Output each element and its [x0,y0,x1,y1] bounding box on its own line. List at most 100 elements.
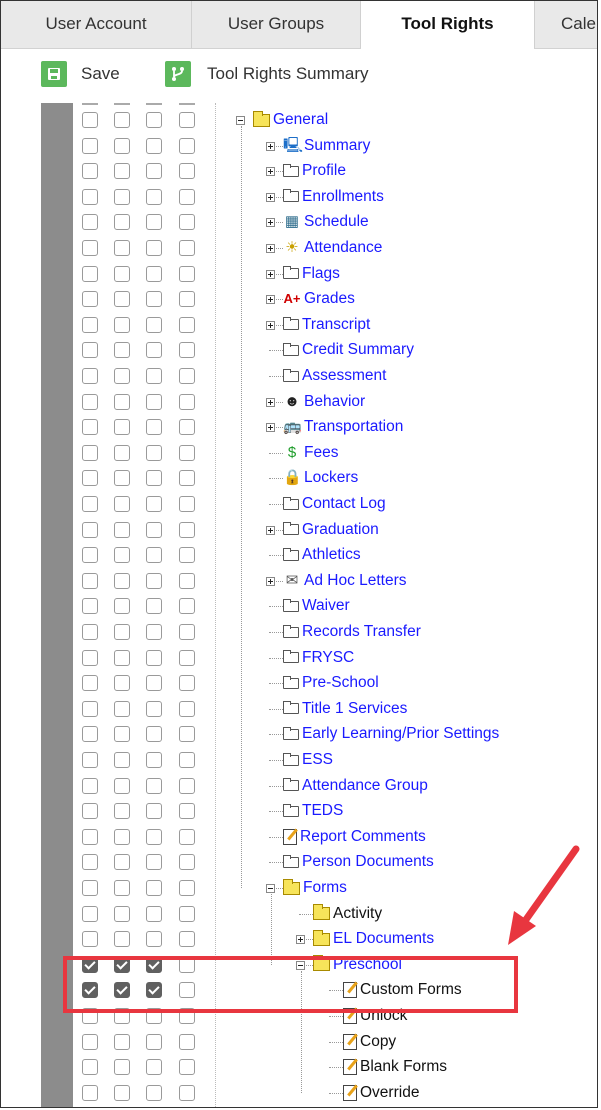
permission-checkbox[interactable] [179,547,195,564]
permission-checkbox[interactable] [114,880,130,896]
permission-checkbox[interactable] [179,214,195,231]
permission-checkbox[interactable] [114,956,130,973]
permission-checkbox[interactable] [146,675,162,692]
tree-item[interactable]: TEDS [283,800,343,822]
permission-checkbox[interactable] [146,240,162,256]
permission-checkbox[interactable] [82,547,98,564]
permission-checkbox[interactable] [146,316,162,333]
expand-icon[interactable] [266,269,275,279]
expand-icon[interactable] [266,167,275,177]
permission-checkbox[interactable] [114,240,130,256]
permission-checkbox[interactable] [82,777,98,794]
permission-checkbox[interactable] [82,1084,98,1101]
tree-item[interactable]: Title 1 Services [283,698,407,720]
permission-checkbox[interactable] [179,521,195,538]
permission-checkbox[interactable] [82,726,98,743]
permission-checkbox[interactable] [146,598,162,615]
permission-checkbox[interactable] [114,393,130,410]
permission-checkbox[interactable] [146,112,162,128]
permission-checkbox[interactable] [179,931,195,948]
tool-rights-summary-button[interactable]: Tool Rights Summary [165,61,369,87]
permission-checkbox[interactable] [146,982,162,999]
permission-checkbox[interactable] [82,470,98,487]
permission-checkbox[interactable] [146,572,162,589]
permission-checkbox[interactable] [179,240,195,256]
permission-checkbox[interactable] [114,675,130,692]
tab-tool-rights[interactable]: Tool Rights [361,1,534,49]
tab-user-account[interactable]: User Account [1,1,191,48]
permission-checkbox[interactable] [82,444,98,461]
permission-checkbox[interactable] [146,470,162,487]
permission-checkbox[interactable] [179,496,195,512]
permission-checkbox[interactable] [82,291,98,308]
save-button[interactable]: Save [41,61,120,87]
tree-item[interactable]: Flags [283,263,340,285]
tree-item[interactable]: Copy [343,1031,396,1053]
expand-icon[interactable] [266,576,275,586]
permission-checkbox[interactable] [179,675,195,692]
permission-checkbox[interactable] [179,163,195,180]
collapse-icon[interactable] [266,884,275,893]
permission-checkbox[interactable] [82,163,98,180]
permission-checkbox[interactable] [82,1059,98,1076]
permission-checkbox[interactable] [179,188,195,205]
collapse-icon[interactable] [296,960,305,970]
permission-checkbox[interactable] [146,137,162,154]
tree-item[interactable]: $ Fees [283,442,339,464]
permission-checkbox[interactable] [146,291,162,308]
permission-checkbox[interactable] [114,419,130,436]
permission-checkbox[interactable] [114,649,130,666]
expand-icon[interactable] [296,935,305,945]
permission-checkbox[interactable] [114,316,130,333]
permission-checkbox[interactable] [146,752,162,768]
tree-item[interactable]: ▦ Schedule [283,211,369,233]
tree-item[interactable]: Assessment [283,365,386,387]
permission-checkbox[interactable] [82,854,98,871]
permission-checkbox[interactable] [82,880,98,896]
permission-checkbox[interactable] [114,931,130,948]
permission-checkbox[interactable] [114,905,130,922]
permission-checkbox[interactable] [114,137,130,154]
permission-checkbox[interactable] [114,163,130,180]
tree-item[interactable]: Attendance Group [283,775,428,797]
permission-checkbox[interactable] [82,316,98,333]
permission-checkbox[interactable] [179,419,195,436]
permission-checkbox[interactable] [179,1033,195,1050]
permission-checkbox[interactable] [179,572,195,589]
tree-item[interactable]: Credit Summary [283,339,414,361]
expand-icon[interactable] [266,295,275,305]
expand-icon[interactable] [266,397,275,407]
permission-checkbox[interactable] [146,777,162,794]
tree-item[interactable]: A+ Grades [283,288,355,310]
permission-checkbox[interactable] [114,1033,130,1050]
permission-checkbox[interactable] [82,419,98,436]
tree-item[interactable]: Preschool [313,954,402,976]
permission-checkbox[interactable] [82,982,98,999]
permission-checkbox[interactable] [146,700,162,717]
permission-checkbox[interactable] [146,444,162,461]
permission-checkbox[interactable] [179,880,195,896]
permission-checkbox[interactable] [146,854,162,871]
permission-checkbox[interactable] [179,828,195,845]
tree-item[interactable]: Enrollments [283,186,384,208]
expand-icon[interactable] [266,423,275,433]
expand-icon[interactable] [266,141,275,151]
permission-checkbox[interactable] [146,521,162,538]
permission-checkbox[interactable] [179,624,195,640]
permission-checkbox[interactable] [146,368,162,384]
permission-checkbox[interactable] [179,598,195,615]
tree-item[interactable]: Transcript [283,314,370,336]
permission-checkbox[interactable] [114,854,130,871]
tree-item[interactable]: ✉ Ad Hoc Letters [283,570,407,592]
permission-checkbox[interactable] [114,496,130,512]
permission-checkbox[interactable] [82,188,98,205]
permission-checkbox[interactable] [179,444,195,461]
permission-checkbox[interactable] [114,1059,130,1076]
permission-checkbox[interactable] [146,496,162,512]
tree-item[interactable]: 🚌 Transportation [283,416,403,438]
permission-checkbox[interactable] [179,112,195,128]
permission-checkbox[interactable] [82,368,98,384]
permission-checkbox[interactable] [114,112,130,128]
permission-checkbox[interactable] [82,905,98,922]
tree-item[interactable]: ☻ Behavior [283,391,365,413]
